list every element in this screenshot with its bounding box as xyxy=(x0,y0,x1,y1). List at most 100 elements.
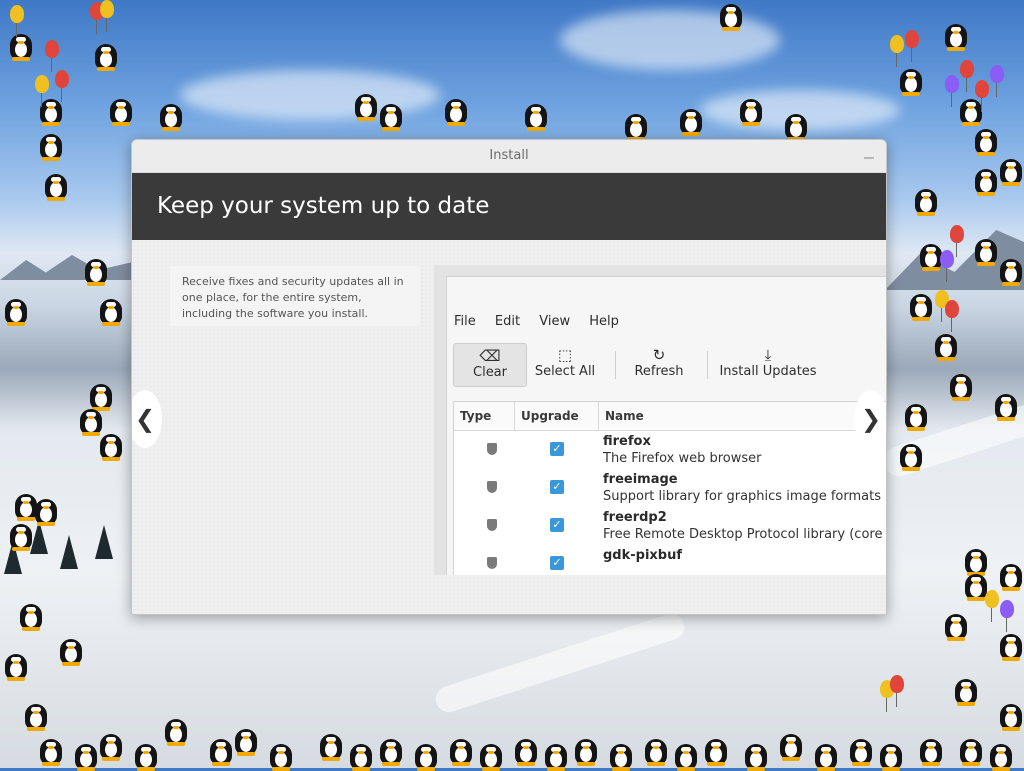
balloon-sprite xyxy=(945,300,959,332)
penguin-sprite xyxy=(160,100,182,131)
penguin-sprite xyxy=(880,740,902,771)
upgrade-checkbox[interactable]: ✓ xyxy=(550,442,564,456)
tree xyxy=(95,525,113,559)
column-name[interactable]: Name xyxy=(599,402,886,430)
backspace-icon: ⌫ xyxy=(479,347,501,365)
refresh-button[interactable]: ↻ Refresh xyxy=(625,343,693,385)
penguin-sprite xyxy=(675,740,697,771)
penguin-sprite xyxy=(905,400,927,431)
update-manager-screenshot: File Edit View Help ⌫ Clear ⬚ Select All xyxy=(434,265,887,575)
penguin-sprite xyxy=(960,735,982,766)
install-updates-button[interactable]: ⤓ Install Updates xyxy=(715,343,821,385)
penguin-sprite xyxy=(40,735,62,766)
tree xyxy=(60,535,78,569)
shield-icon xyxy=(487,443,497,455)
penguin-sprite xyxy=(10,30,32,61)
penguin-sprite xyxy=(920,735,942,766)
penguin-sprite xyxy=(1000,630,1022,661)
description-text: Receive fixes and security updates all i… xyxy=(170,266,420,326)
penguin-sprite xyxy=(20,600,42,631)
refresh-icon: ↻ xyxy=(652,346,666,364)
ski-slope xyxy=(432,610,688,716)
balloon-sprite xyxy=(1000,600,1014,632)
penguin-sprite xyxy=(1000,255,1022,286)
clear-button[interactable]: ⌫ Clear xyxy=(453,343,527,387)
toolbar: ⌫ Clear ⬚ Select All ↻ Refresh ⤓ Install… xyxy=(453,343,886,387)
shield-icon xyxy=(487,519,497,531)
penguin-sprite xyxy=(785,110,807,141)
penguin-sprite xyxy=(1000,700,1022,731)
penguin-sprite xyxy=(135,740,157,771)
penguin-sprite xyxy=(35,495,57,526)
column-upgrade[interactable]: Upgrade xyxy=(515,402,599,430)
package-name: freerdp2 xyxy=(603,510,667,525)
penguin-sprite xyxy=(850,735,872,766)
menu-edit[interactable]: Edit xyxy=(495,314,520,329)
package-description: Free Remote Desktop Protocol library (co… xyxy=(603,527,887,542)
content-area: Receive fixes and security updates all i… xyxy=(132,240,886,614)
penguin-sprite xyxy=(975,235,997,266)
balloon-sprite xyxy=(35,75,49,107)
penguin-sprite xyxy=(910,290,932,321)
penguin-sprite xyxy=(355,90,377,121)
package-row[interactable]: ✓ freerdp2 Free Remote Desktop Protocol … xyxy=(454,507,887,545)
upgrade-checkbox[interactable]: ✓ xyxy=(550,518,564,532)
penguin-sprite xyxy=(680,105,702,136)
menu-help[interactable]: Help xyxy=(589,314,619,329)
penguin-sprite xyxy=(320,730,342,761)
previous-button[interactable]: ❮ xyxy=(132,390,162,448)
install-window: Install Keep your system up to date Rece… xyxy=(131,139,887,615)
penguin-sprite xyxy=(900,440,922,471)
penguin-sprite xyxy=(15,490,37,521)
penguin-sprite xyxy=(380,100,402,131)
package-row[interactable]: ✓ firefox The Firefox web browser xyxy=(454,431,886,469)
balloon-sprite xyxy=(10,5,24,37)
penguin-sprite xyxy=(110,95,132,126)
penguin-sprite xyxy=(990,740,1012,771)
minimize-icon[interactable] xyxy=(864,157,874,159)
penguin-sprite xyxy=(915,185,937,216)
balloon-sprite xyxy=(960,60,974,92)
penguin-sprite xyxy=(40,95,62,126)
select-all-button[interactable]: ⬚ Select All xyxy=(531,343,599,385)
balloon-sprite xyxy=(100,0,114,32)
penguin-sprite xyxy=(705,735,727,766)
penguin-sprite xyxy=(645,735,667,766)
penguin-sprite xyxy=(380,735,402,766)
upgrade-checkbox[interactable]: ✓ xyxy=(550,480,564,494)
penguin-sprite xyxy=(975,125,997,156)
penguin-sprite xyxy=(95,40,117,71)
package-description: Support library for graphics image forma… xyxy=(603,489,887,504)
package-row[interactable]: ✓ gdk-pixbuf xyxy=(454,545,886,575)
penguin-sprite xyxy=(75,740,97,771)
title-bar[interactable]: Install xyxy=(132,140,886,173)
upgrade-checkbox[interactable]: ✓ xyxy=(550,556,564,570)
balloon-sprite xyxy=(940,250,954,282)
penguin-sprite xyxy=(975,165,997,196)
penguin-sprite xyxy=(610,740,632,771)
penguin-sprite xyxy=(210,735,232,766)
penguin-sprite xyxy=(935,330,957,361)
toolbar-separator xyxy=(707,351,708,379)
penguin-sprite xyxy=(955,675,977,706)
penguin-sprite xyxy=(270,740,292,771)
balloon-sprite xyxy=(890,35,904,67)
menu-view[interactable]: View xyxy=(539,314,570,329)
penguin-sprite xyxy=(5,650,27,681)
penguin-sprite xyxy=(165,715,187,746)
penguin-sprite xyxy=(10,520,32,551)
package-row[interactable]: ✓ freeimage Support library for graphics… xyxy=(454,469,887,507)
balloon-sprite xyxy=(990,65,1004,97)
penguin-sprite xyxy=(625,110,647,141)
menu-file[interactable]: File xyxy=(454,314,476,329)
column-type[interactable]: Type xyxy=(454,402,515,430)
penguin-sprite xyxy=(445,95,467,126)
next-button[interactable]: ❯ xyxy=(854,390,886,448)
balloon-sprite xyxy=(945,75,959,107)
penguin-sprite xyxy=(60,635,82,666)
penguin-sprite xyxy=(235,725,257,756)
penguin-sprite xyxy=(950,370,972,401)
select-all-icon: ⬚ xyxy=(557,346,573,364)
refresh-label: Refresh xyxy=(634,364,684,379)
penguin-sprite xyxy=(745,740,767,771)
